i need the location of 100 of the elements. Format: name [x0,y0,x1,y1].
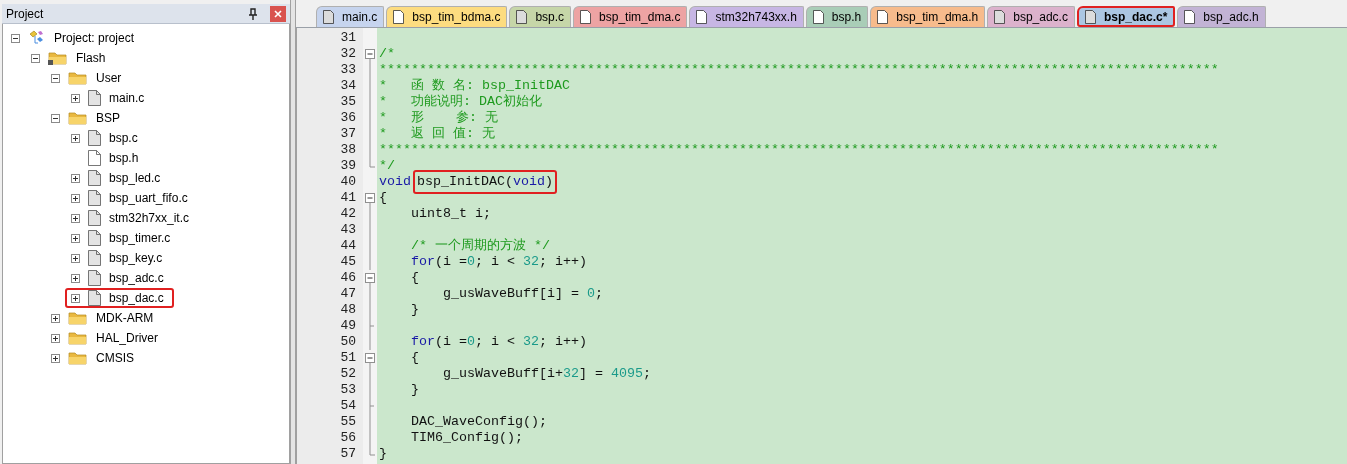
editor-tab[interactable]: bsp_adc.h [1177,6,1266,27]
tree-item-label[interactable]: bsp_key.c [109,249,163,267]
file-icon [393,10,405,24]
file-icon [812,10,824,24]
collapse-icon[interactable] [51,73,60,83]
tree-item-label[interactable]: bsp_adc.c [109,269,164,287]
code-line: { [410,270,419,285]
code-line: { [410,350,419,365]
file-icon [323,10,334,24]
file-icon [88,230,101,246]
expand-icon[interactable] [71,253,80,263]
line-number: 41 [340,190,356,206]
file-icon [696,10,708,24]
file-icon [1184,10,1196,24]
folder-icon [48,50,68,66]
tree-item-label[interactable]: bsp_led.c [109,169,161,187]
editor-tab[interactable]: main.c [316,6,385,27]
expand-icon[interactable] [71,173,80,183]
expand-icon[interactable] [71,133,80,143]
expand-icon[interactable] [71,293,80,303]
file-icon [88,250,101,266]
expand-icon[interactable] [51,353,60,363]
file-icon [88,270,101,286]
line-number: 46 [340,270,356,286]
tree-item-label[interactable]: bsp.c [109,129,138,147]
code-line: } [410,382,419,397]
code-line: /* 一个周期的方波 */ [410,238,550,253]
line-number: 48 [340,302,356,318]
line-number: 42 [340,206,356,222]
tree-item-label[interactable]: main.c [109,89,145,107]
fold-icon[interactable] [363,46,377,62]
line-number: 43 [340,222,356,238]
collapse-icon[interactable] [11,33,20,43]
tree-item-label[interactable]: CMSIS [96,349,134,367]
line-number: 31 [340,30,356,46]
editor-tab[interactable]: stm32h743xx.h [689,6,804,27]
code-line: for(i =0; i < 32; i++) [410,254,587,269]
tree-item-label[interactable]: MDK-ARM [96,309,154,327]
tree-item-label[interactable]: HAL_Driver [96,329,158,347]
file-icon [88,170,101,186]
panel-title: Project [6,5,45,23]
editor-tab[interactable]: bsp_dac.c* [1076,6,1176,27]
file-icon [88,210,101,226]
expand-icon[interactable] [51,333,60,343]
editor-tab[interactable]: bsp_tim_dma.h [870,6,986,27]
editor-tab[interactable]: bsp_tim_dma.c [573,6,688,27]
tree-item-label[interactable]: BSP [96,109,120,127]
line-number: 52 [340,366,356,382]
code-line: g_usWaveBuff[i] = 0; [442,286,603,301]
line-number: 57 [340,446,356,462]
code-line: DAC_WaveConfig(); [410,414,547,429]
pin-icon[interactable] [248,7,258,20]
code-line: ********************************************************************************************************* [379,62,1219,77]
line-number: 50 [340,334,356,350]
expand-icon[interactable] [71,93,80,103]
file-icon [88,290,101,306]
tree-item-label[interactable]: bsp_dac.c [109,289,164,307]
tree-item-label[interactable]: bsp_uart_fifo.c [109,189,188,207]
expand-icon[interactable] [71,273,80,283]
line-number: 38 [340,142,356,158]
line-number: 32 [340,46,356,62]
file-icon [88,90,101,106]
line-number: 34 [340,78,356,94]
collapse-icon[interactable] [31,53,40,63]
collapse-icon[interactable] [51,113,60,123]
tree-item-label[interactable]: Project: project [54,29,135,47]
tree-item-label[interactable]: stm32h7xx_it.c [109,209,190,227]
editor-tab[interactable]: bsp.h [805,6,869,27]
editor-tab[interactable]: bsp.c [509,6,572,27]
tree-item-label[interactable]: User [96,69,122,87]
file-icon [88,130,101,146]
tree-item-label[interactable]: bsp.h [109,149,139,167]
file-icon [88,150,101,166]
code-line: /* [379,46,395,61]
file-icon [1084,9,1096,24]
code-line: */ [379,158,395,173]
folder-icon [68,330,88,346]
close-button[interactable] [270,5,286,22]
line-number: 54 [340,398,356,414]
expand-icon[interactable] [71,233,80,243]
fold-icon[interactable] [363,350,377,366]
line-number: 56 [340,430,356,446]
fold-icon[interactable] [363,270,377,286]
line-number: 33 [340,62,356,78]
expand-icon[interactable] [51,313,60,323]
file-icon [994,10,1006,24]
expand-icon[interactable] [71,213,80,223]
fold-icon[interactable] [363,190,377,206]
editor-tab[interactable]: bsp_tim_bdma.c [386,6,508,27]
file-icon [88,190,101,206]
code-line: * 函 数 名: bsp_InitDAC [379,78,570,93]
expand-icon[interactable] [71,193,80,203]
code-line: for(i =0; i < 32; i++) [410,334,587,349]
tree-item-label[interactable]: bsp_timer.c [109,229,171,247]
editor-tab[interactable]: bsp_adc.c [987,6,1075,27]
tree-item-label[interactable]: Flash [76,49,106,67]
line-number: 45 [340,254,356,270]
code-text: void [379,174,411,190]
line-number: 36 [340,110,356,126]
code-line: * 功能说明: DAC初始化 [379,94,542,109]
